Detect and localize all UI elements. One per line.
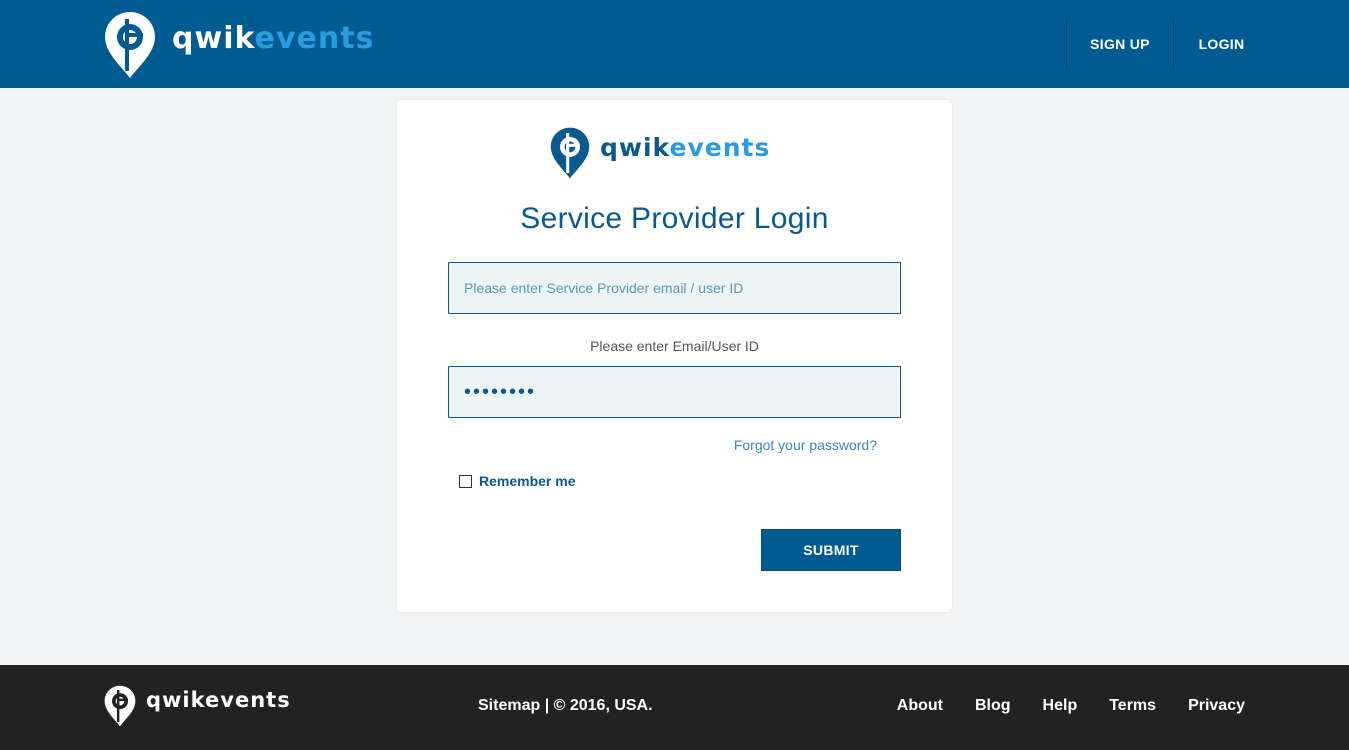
logo-text-part2: events <box>254 20 375 56</box>
footer-link-blog[interactable]: Blog <box>975 697 1011 715</box>
logo-text-part1: qwik <box>600 132 670 162</box>
logo-text-part2: events <box>205 688 291 712</box>
remember-me-toggle[interactable]: Remember me <box>459 473 576 489</box>
header-logo-text: qwikevents <box>172 21 374 56</box>
logo-text-part1: qwik <box>146 688 206 712</box>
footer-link-help[interactable]: Help <box>1043 697 1078 715</box>
location-pin-logo-icon <box>104 685 136 727</box>
card-logo-text: qwikevents <box>600 133 770 162</box>
submit-button[interactable]: SUBMIT <box>761 529 901 571</box>
location-pin-logo-icon <box>550 127 590 179</box>
footer: qwikevents Sitemap | © 2016, USA. About … <box>0 665 1349 750</box>
logo-text-part1: qwik <box>172 20 255 56</box>
password-input[interactable] <box>448 366 901 418</box>
logo-text-part2: events <box>669 132 771 162</box>
remember-me-label: Remember me <box>479 473 576 489</box>
login-link[interactable]: LOGIN <box>1173 18 1269 70</box>
email-input[interactable] <box>448 262 901 314</box>
header-logo[interactable]: qwikevents <box>104 12 374 78</box>
header-nav: SIGN UP LOGIN <box>1066 18 1269 70</box>
footer-link-about[interactable]: About <box>897 697 943 715</box>
footer-logo-text: qwikevents <box>146 688 291 712</box>
top-header: qwikevents SIGN UP LOGIN <box>0 0 1349 88</box>
location-pin-logo-icon <box>105 12 155 78</box>
forgot-password-link[interactable]: Forgot your password? <box>734 437 877 453</box>
remember-me-checkbox[interactable] <box>459 474 472 488</box>
footer-link-terms[interactable]: Terms <box>1109 697 1156 715</box>
email-hint: Please enter Email/User ID <box>590 338 759 354</box>
login-card: qwikevents Service Provider Login Please… <box>397 100 952 612</box>
footer-links: About Blog Help Terms Privacy <box>897 697 1245 715</box>
page-title: Service Provider Login <box>520 202 829 235</box>
footer-copyright[interactable]: Sitemap | © 2016, USA. <box>478 697 653 715</box>
footer-logo[interactable]: qwikevents <box>104 683 291 729</box>
card-logo: qwikevents <box>550 124 770 182</box>
footer-link-privacy[interactable]: Privacy <box>1188 697 1245 715</box>
signup-link[interactable]: SIGN UP <box>1066 18 1173 70</box>
